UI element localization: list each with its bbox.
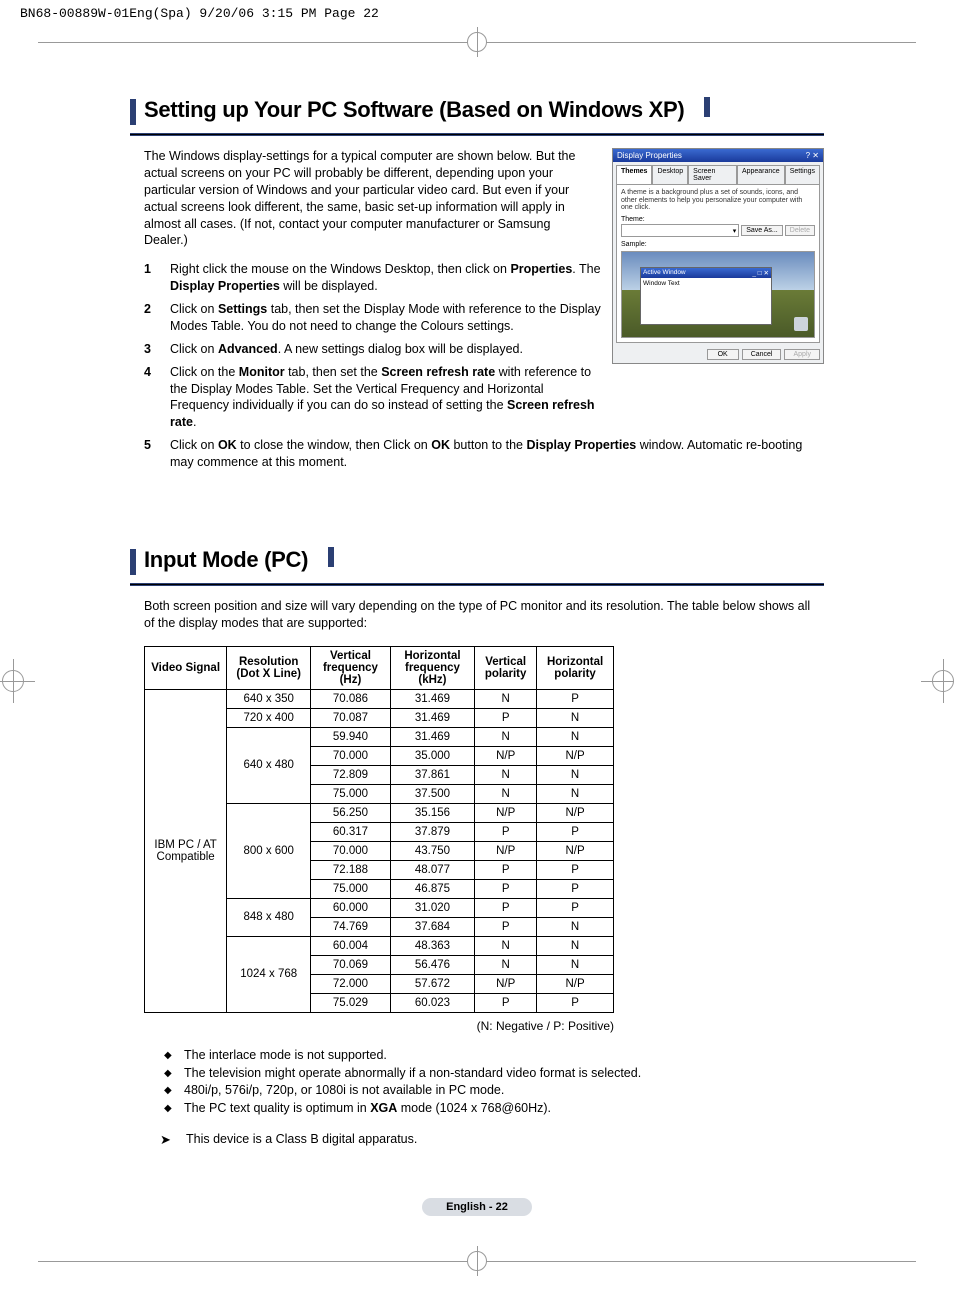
note-2: The television might operate abnormally …: [164, 1065, 824, 1082]
tab-desktop: Desktop: [652, 165, 688, 184]
window-controls-icon: ? ✕: [806, 151, 819, 160]
apply-button: Apply: [784, 349, 820, 360]
td-res: 720 x 400: [227, 708, 311, 727]
td-res: 640 x 350: [227, 689, 311, 708]
th-vfreq: Vertical frequency (Hz): [311, 646, 391, 689]
th-hpol: Horizontal polarity: [537, 646, 614, 689]
dialog-title: Display Properties: [617, 151, 682, 160]
section-heading-2: Input Mode (PC): [130, 547, 824, 577]
display-modes-table: Video Signal Resolution (Dot X Line) Ver…: [144, 646, 614, 1013]
step-2: 2 Click on Settings tab, then set the Di…: [144, 301, 602, 335]
active-window-title: Active Window: [643, 269, 686, 277]
window-text: Window Text: [641, 278, 771, 324]
theme-dropdown: ▾: [621, 224, 739, 237]
note-1: The interlace mode is not supported.: [164, 1047, 824, 1064]
theme-label: Theme:: [621, 216, 815, 223]
section2-intro: Both screen position and size will vary …: [144, 598, 824, 632]
sample-preview: Active Window_ □ ✕ Window Text: [621, 251, 815, 338]
dialog-titlebar: Display Properties ? ✕: [613, 149, 823, 162]
registration-mark-bottom: [0, 1246, 954, 1276]
page-number: English - 22: [422, 1198, 532, 1216]
th-vpol: Vertical polarity: [475, 646, 537, 689]
section-heading-1: Setting up Your PC Software (Based on Wi…: [130, 97, 824, 127]
ok-button: OK: [707, 349, 739, 360]
section1-intro: The Windows display-settings for a typic…: [144, 148, 594, 249]
note-4: The PC text quality is optimum in XGA mo…: [164, 1100, 824, 1117]
notes-list: The interlace mode is not supported. The…: [164, 1047, 824, 1118]
print-header: BN68-00889W-01Eng(Spa) 9/20/06 3:15 PM P…: [0, 0, 954, 27]
td-res: 1024 x 768: [227, 936, 311, 1012]
th-video-signal: Video Signal: [145, 646, 227, 689]
note-3: 480i/p, 576i/p, 720p, or 1080i is not av…: [164, 1082, 824, 1099]
tab-screensaver: Screen Saver: [688, 165, 737, 184]
delete-button: Delete: [785, 225, 815, 236]
td-signal: IBM PC / AT Compatible: [145, 689, 227, 1012]
step-4: 4 Click on the Monitor tab, then set the…: [144, 364, 602, 432]
th-resolution: Resolution (Dot X Line): [227, 646, 311, 689]
registration-mark-top: [0, 27, 954, 57]
td-res: 800 x 600: [227, 803, 311, 898]
tab-themes: Themes: [616, 165, 652, 184]
display-properties-screenshot: Display Properties ? ✕ Themes Desktop Sc…: [612, 148, 824, 364]
dialog-hint: A theme is a background plus a set of so…: [621, 189, 815, 212]
step-3: 3 Click on Advanced. A new settings dial…: [144, 341, 602, 358]
cancel-button: Cancel: [742, 349, 782, 360]
step-5: 5 Click on OK to close the window, then …: [144, 437, 824, 471]
sample-label: Sample:: [621, 241, 815, 248]
registration-mark-left: [2, 670, 22, 690]
table-legend: (N: Negative / P: Positive): [144, 1019, 614, 1033]
tab-appearance: Appearance: [737, 165, 785, 184]
tab-settings: Settings: [785, 165, 820, 184]
section-title-1: Setting up Your PC Software (Based on Wi…: [144, 97, 684, 123]
step-1: 1 Right click the mouse on the Windows D…: [144, 261, 602, 295]
section-title-2: Input Mode (PC): [144, 547, 308, 573]
page-footer: English - 22: [130, 1198, 824, 1216]
dialog-tabs: Themes Desktop Screen Saver Appearance S…: [613, 162, 823, 184]
class-b-note: This device is a Class B digital apparat…: [160, 1131, 824, 1148]
td-res: 848 x 480: [227, 898, 311, 936]
recycle-bin-icon: [794, 317, 808, 331]
save-as-button: Save As...: [741, 225, 783, 236]
registration-mark-right: [932, 670, 952, 690]
th-hfreq: Horizontal frequency (kHz): [390, 646, 474, 689]
td-res: 640 x 480: [227, 727, 311, 803]
